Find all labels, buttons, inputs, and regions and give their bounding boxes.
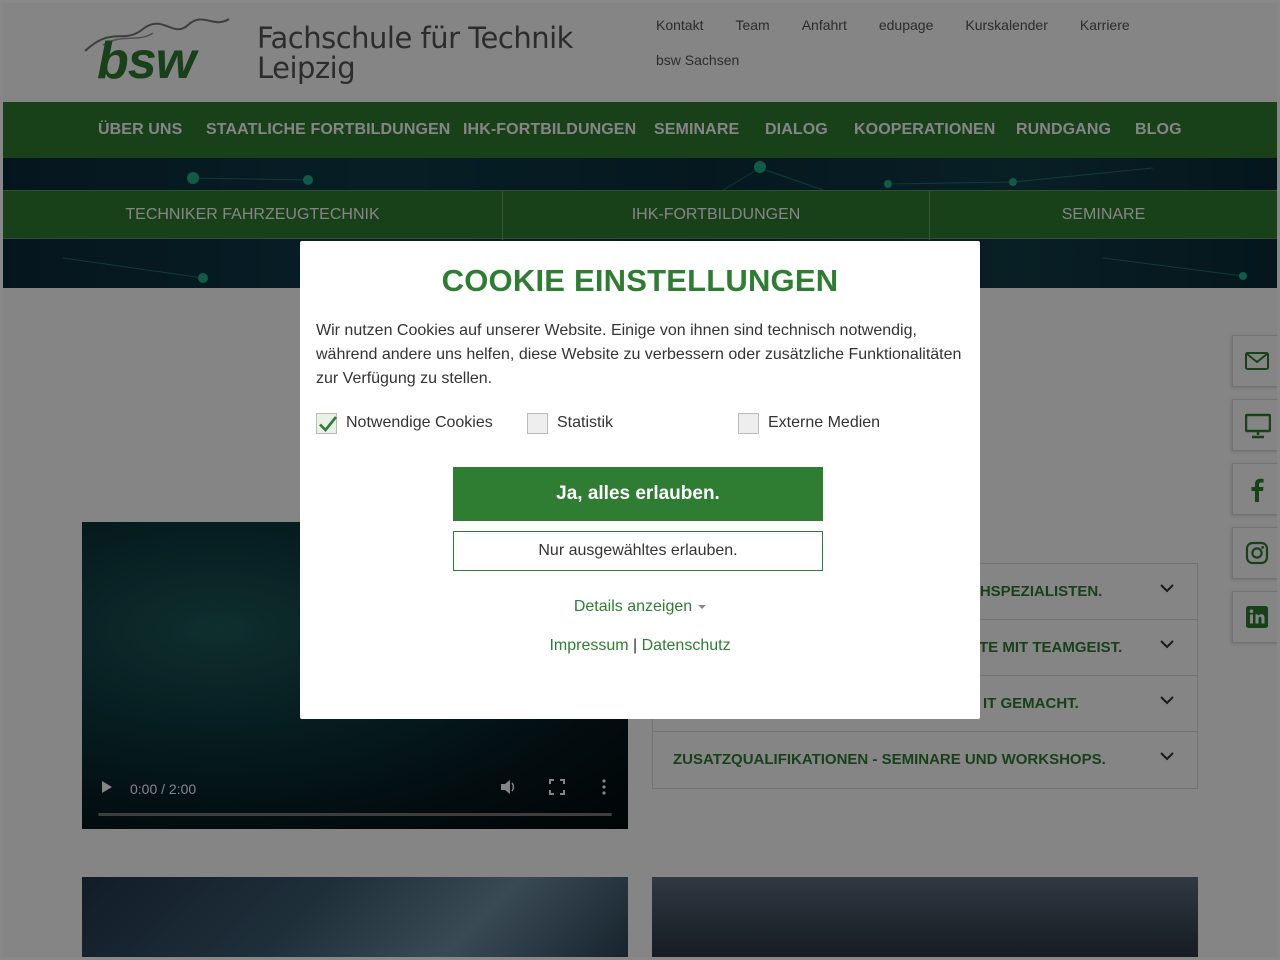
datenschutz-link[interactable]: Datenschutz	[642, 637, 731, 654]
details-toggle[interactable]: Details anzeigen	[300, 598, 980, 616]
cookie-dialog: COOKIE EINSTELLUNGEN Wir nutzen Cookies …	[300, 241, 980, 719]
cookie-option-external-media[interactable]: Externe Medien	[738, 413, 898, 435]
details-label: Details anzeigen	[573, 598, 693, 615]
cookie-option-statistics[interactable]: Statistik	[527, 413, 667, 435]
necessary-checkbox[interactable]	[316, 413, 338, 434]
cookie-option-necessary[interactable]: Notwendige Cookies	[316, 413, 506, 435]
checkmark-icon	[319, 416, 338, 432]
necessary-label: Notwendige Cookies	[346, 414, 493, 431]
external-media-checkbox[interactable]	[738, 413, 759, 434]
statistics-label: Statistik	[557, 414, 614, 431]
legal-links: Impressum | Datenschutz	[300, 637, 980, 655]
cookie-dialog-title: COOKIE EINSTELLUNGEN	[441, 263, 839, 298]
accept-all-button[interactable]: Ja, alles erlauben.	[453, 467, 823, 521]
caret-down-icon	[698, 604, 707, 609]
external-media-label: Externe Medien	[768, 414, 881, 431]
impressum-link[interactable]: Impressum	[549, 637, 628, 654]
statistics-checkbox[interactable]	[527, 413, 548, 434]
link-separator: |	[633, 637, 638, 654]
cookie-dialog-text: Wir nutzen Cookies auf unserer Website. …	[316, 322, 962, 387]
accept-selected-button[interactable]: Nur ausgewähltes erlauben.	[453, 531, 823, 571]
